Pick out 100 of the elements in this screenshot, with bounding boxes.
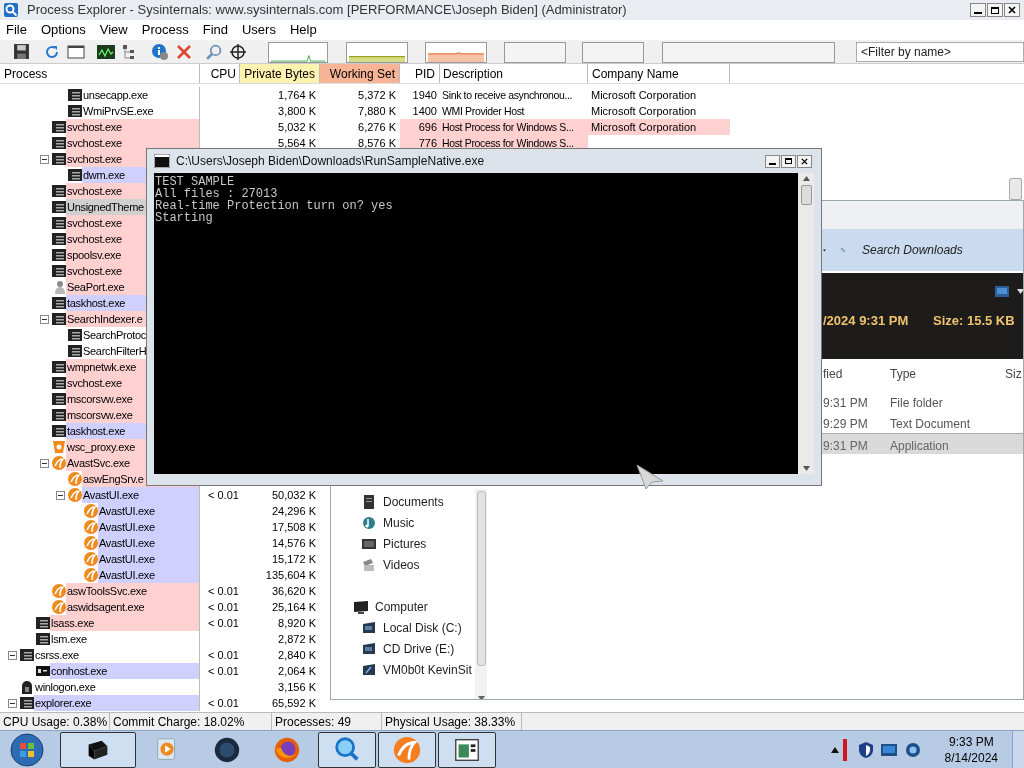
clock-date[interactable]: 8/14/2024 [944,749,998,766]
scroll-up-arrow-icon[interactable] [802,176,810,181]
io-graph[interactable] [504,42,566,63]
column-header[interactable]: Company Name [588,64,730,83]
crosshair-icon[interactable] [229,43,247,61]
process-name[interactable]: unsecapp.exe [82,87,199,103]
scrollbar[interactable] [475,489,487,699]
scrollbar-thumb[interactable] [476,491,486,666]
process-name[interactable]: lsm.exe [50,631,199,647]
menu-item[interactable]: View [99,20,128,40]
nav-item[interactable]: Local Disk (C:) [331,617,475,638]
scroll-down-arrow-icon[interactable] [802,466,810,471]
process-name[interactable]: AvastUI.exe [98,503,199,519]
menu-item[interactable]: Find [202,20,228,40]
process-name[interactable]: aswidsagent.exe [66,599,199,615]
disk-graph[interactable] [662,42,835,63]
avast-icon [84,536,98,550]
nav-item[interactable]: Music [331,512,475,533]
column-header[interactable]: Description [440,64,588,83]
process-name[interactable]: explorer.exe [34,695,199,711]
tree-toggle-icon[interactable] [8,650,17,660]
minimize-button[interactable] [970,3,986,17]
nav-item[interactable]: Pictures [331,533,475,554]
process-name[interactable]: AvastUI.exe [82,487,199,503]
maximize-button[interactable] [987,3,1003,17]
tree-toggle-icon[interactable] [56,490,65,500]
dropdown-arrow-icon[interactable] [1017,289,1023,294]
properties-icon[interactable] [151,43,169,61]
process-name[interactable]: AvastUI.exe [98,519,199,535]
commit-graph[interactable] [346,42,408,63]
window-icon[interactable] [67,45,85,59]
process-name[interactable]: aswToolsSvc.exe [66,583,199,599]
kill-process-icon[interactable] [176,44,192,60]
column-header[interactable]: Siz [1005,365,1022,383]
clock-time[interactable]: 9:33 PM [948,733,994,750]
nav-item[interactable]: Documents [331,491,475,512]
shield-icon[interactable] [858,741,873,758]
minimize-icon [974,12,982,14]
taskbar-button[interactable] [438,731,496,768]
column-header[interactable]: PID [400,64,440,83]
network-drive-icon [361,661,377,678]
process-name[interactable]: csrss.exe [34,647,199,663]
nav-item[interactable]: VM0b0t KevinSit [331,659,475,680]
file-row[interactable]: 9:29 PM Text Document [819,412,1023,433]
cpu-graph[interactable] [268,42,328,63]
file-row[interactable]: 9:31 PM File folder [819,391,1023,412]
file-row[interactable]: 9:31 PM Application [819,433,1023,454]
column-header[interactable]: fied [823,365,843,383]
menu-item[interactable]: Options [40,20,86,40]
dropdown-arrow-icon[interactable] [823,247,826,253]
process-name[interactable]: WmiPrvSE.exe [82,103,199,119]
nav-item[interactable]: Videos [331,554,475,575]
search-field[interactable]: Search Downloads [858,238,1023,262]
column-header[interactable]: Type [890,365,916,383]
close-button[interactable] [797,154,812,168]
network-icon[interactable] [904,740,921,759]
process-name[interactable]: svchost.exe [66,119,199,135]
filter-field[interactable]: <Filter by name> [856,42,1024,62]
column-header[interactable]: Private Bytes [240,64,320,83]
tree-toggle-icon[interactable] [40,458,49,468]
tree-toggle-icon[interactable] [40,154,49,164]
window-title: Process Explorer - Sysinternals: www.sysinternals.com [PERFORMANCE\Joseph Biden] (Administrator) [27,1,627,20]
taskbar-button[interactable] [318,731,376,768]
process-name[interactable]: lsass.exe [50,615,199,631]
process-name[interactable]: winlogon.exe [34,679,199,695]
menu-item[interactable]: File [6,20,27,40]
memory-graph[interactable] [425,42,487,63]
column-header[interactable]: Process [0,64,200,83]
save-icon[interactable] [13,43,30,60]
process-name[interactable]: conhost.exe [50,663,199,679]
window-icon [68,168,82,182]
tree-toggle-icon[interactable] [40,314,49,324]
search-icon[interactable] [205,44,222,61]
taskbar-button[interactable] [60,731,136,768]
graph-icon[interactable] [97,45,115,59]
scrollbar[interactable] [798,173,814,474]
process-name[interactable]: AvastUI.exe [98,567,199,583]
process-name[interactable]: AvastUI.exe [98,551,199,567]
monitor-icon[interactable] [880,743,897,756]
network-graph[interactable] [582,42,644,63]
modified-date-text: /2024 9:31 PM [823,312,909,330]
minimize-button[interactable] [765,154,780,168]
menu-item[interactable]: Users [242,20,276,40]
column-header[interactable]: Working Set [320,64,400,83]
scrollbar-thumb[interactable] [800,185,812,205]
menu-item[interactable]: Help [289,20,317,40]
nav-item[interactable]: CD Drive (E:) [331,638,475,659]
close-button[interactable] [1004,3,1020,17]
start-button[interactable] [8,731,46,768]
scrollbar-thumb[interactable] [1009,178,1022,200]
process-name[interactable]: AvastUI.exe [98,535,199,551]
window-icon [36,616,50,630]
taskbar-button[interactable] [378,731,436,768]
menu-item[interactable]: Process [141,20,189,40]
show-hidden-icons-icon[interactable] [830,746,839,753]
nav-item[interactable]: Computer [331,596,475,617]
tree-icon[interactable] [122,44,136,60]
process-name[interactable]: svchost.exe [66,135,199,151]
maximize-button[interactable] [781,154,796,168]
tree-toggle-icon[interactable] [8,698,17,708]
